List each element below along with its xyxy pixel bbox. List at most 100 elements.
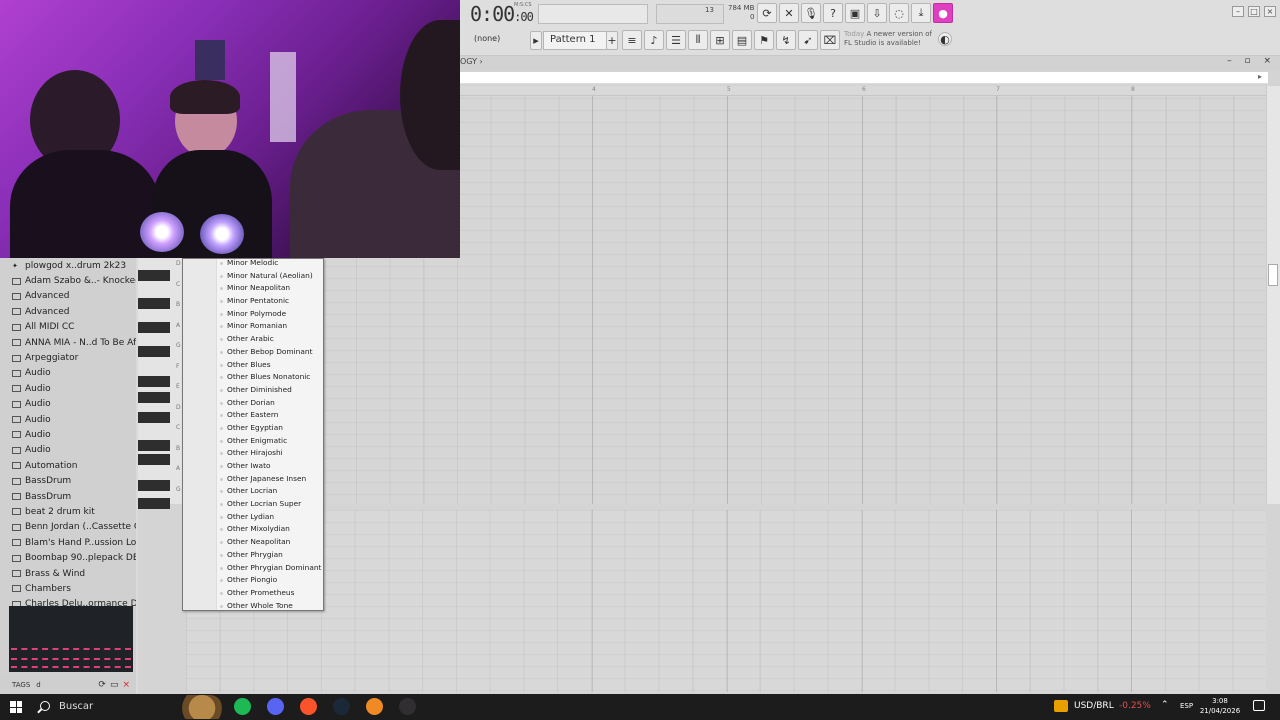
refresh-icon[interactable]: ⟳: [98, 680, 106, 690]
browser-item[interactable]: ANNA MIA - N..d To Be Afraid: [0, 335, 136, 350]
browser-item[interactable]: Benn Jordan (..Cassette Cafe: [0, 520, 136, 535]
help-button[interactable]: ?: [823, 3, 843, 23]
scale-menu-item[interactable]: Minor Neapolitan: [217, 282, 323, 295]
steam-icon[interactable]: [333, 698, 350, 715]
black-key[interactable]: [138, 480, 170, 491]
touch-keyboard-icon[interactable]: ↯: [776, 30, 796, 50]
browser-item[interactable]: Audio: [0, 443, 136, 458]
piano-keys[interactable]: D C B A G F E D C B A G: [138, 258, 182, 509]
export-icon[interactable]: ⇩: [867, 3, 887, 23]
scale-menu-item[interactable]: Other Phrygian: [217, 549, 323, 562]
scale-menu-item[interactable]: Other Hirajoshi: [217, 447, 323, 460]
browser-item[interactable]: Advanced: [0, 304, 136, 319]
scale-menu-item[interactable]: Other Neapolitan: [217, 536, 323, 549]
browser-item[interactable]: BassDrum: [0, 489, 136, 504]
browser-item[interactable]: Automation: [0, 458, 136, 473]
chat-icon[interactable]: ◌: [889, 3, 909, 23]
metronome-button[interactable]: ✕: [779, 3, 799, 23]
black-key[interactable]: [138, 412, 170, 423]
scale-menu-item[interactable]: Other Eastern: [217, 409, 323, 422]
brave-icon[interactable]: [300, 698, 317, 715]
browser-item[interactable]: Audio: [0, 412, 136, 427]
folder-icon[interactable]: ▭: [110, 680, 119, 690]
black-key[interactable]: [138, 270, 170, 281]
black-key[interactable]: [138, 498, 170, 509]
scale-menu-item[interactable]: Other Arabic: [217, 333, 323, 346]
browser-item[interactable]: Chambers: [0, 581, 136, 596]
browser-item[interactable]: Blam's Hand P..ussion Loops: [0, 535, 136, 550]
windows-start-icon[interactable]: [10, 701, 22, 713]
close-icon[interactable]: ×: [1264, 6, 1276, 17]
black-key[interactable]: [138, 440, 170, 451]
scale-menu-item[interactable]: Other Prometheus: [217, 587, 323, 600]
channel-selector[interactable]: (none): [474, 34, 500, 43]
playlist-icon[interactable]: ≡: [622, 30, 642, 50]
scale-menu-item[interactable]: Other Locrian Super: [217, 498, 323, 511]
scale-menu-item[interactable]: Other Egyptian: [217, 422, 323, 435]
tray-chevron-icon[interactable]: ⌃: [1161, 700, 1169, 710]
event-editor-grid[interactable]: [186, 510, 1266, 692]
maximize-icon[interactable]: □: [1248, 6, 1260, 17]
scale-menu-item[interactable]: Other Blues: [217, 359, 323, 372]
browser-item[interactable]: Brass & Wind: [0, 566, 136, 581]
browser-item[interactable]: beat 2 drum kit: [0, 504, 136, 519]
scrollbar-thumb[interactable]: [1268, 264, 1278, 286]
black-key[interactable]: [138, 392, 170, 403]
horizontal-scrollbar[interactable]: ▸: [460, 72, 1268, 84]
scale-menu-item[interactable]: Other Diminished: [217, 384, 323, 397]
language-indicator[interactable]: ESP: [1180, 702, 1193, 710]
mixer-icon[interactable]: ⫴: [688, 30, 708, 50]
obs-icon[interactable]: [399, 698, 416, 715]
pattern-prev-button[interactable]: ▸: [530, 31, 542, 50]
currency-pair[interactable]: USD/BRL: [1074, 701, 1114, 711]
record-button[interactable]: ●: [933, 3, 953, 23]
gear-icon[interactable]: ◐: [938, 32, 952, 46]
browser-item[interactable]: Audio: [0, 397, 136, 412]
scale-menu-item[interactable]: Minor Melodic: [217, 257, 323, 270]
taskbar-search[interactable]: Buscar: [59, 701, 93, 712]
browser-item[interactable]: Audio: [0, 366, 136, 381]
loop-record-button[interactable]: ⟳: [757, 3, 777, 23]
plugin-picker-icon[interactable]: ⚑: [754, 30, 774, 50]
scale-menu-item[interactable]: Other Iwato: [217, 460, 323, 473]
news-panel[interactable]: Today A newer version of FL Studio is av…: [844, 30, 936, 48]
black-key[interactable]: [138, 346, 170, 357]
scroll-right-arrow[interactable]: ▸: [1258, 72, 1262, 81]
search-icon[interactable]: [40, 701, 50, 711]
browser-icon[interactable]: ⊞: [710, 30, 730, 50]
piano-roll-grid[interactable]: [322, 86, 1268, 504]
black-key[interactable]: [138, 454, 170, 465]
widgets-hedgehog-icon[interactable]: [172, 695, 222, 719]
fl-studio-icon[interactable]: [366, 698, 383, 715]
browser-item[interactable]: Audio: [0, 381, 136, 396]
black-key[interactable]: [138, 322, 170, 333]
tags-input[interactable]: d: [36, 681, 40, 689]
plugin-db-icon[interactable]: ▤: [732, 30, 752, 50]
scale-menu-item[interactable]: Minor Romanian: [217, 320, 323, 333]
browser-item[interactable]: ✦ plowgod x..drum 2k23: [0, 258, 136, 273]
discord-icon[interactable]: [267, 698, 284, 715]
scale-menu-item[interactable]: Other Enigmatic: [217, 435, 323, 448]
browser-item[interactable]: Boombap 90..plepack DEMO: [0, 550, 136, 565]
channel-rack-icon[interactable]: ☰: [666, 30, 686, 50]
download-icon[interactable]: ⤓: [911, 3, 931, 23]
cart-icon[interactable]: ⌧: [820, 30, 840, 50]
scale-menu-item[interactable]: Other Japanese Insen: [217, 473, 323, 486]
scale-menu-item[interactable]: Other Bebop Dominant: [217, 346, 323, 359]
capture-icon[interactable]: ➹: [798, 30, 818, 50]
browser-item[interactable]: Advanced: [0, 289, 136, 304]
scale-menu-item[interactable]: Other Dorian: [217, 397, 323, 410]
scale-menu-item[interactable]: Minor Pentatonic: [217, 295, 323, 308]
scale-menu-item[interactable]: Other Mixolydian: [217, 523, 323, 536]
browser-item[interactable]: All MIDI CC: [0, 320, 136, 335]
minimize-icon[interactable]: –: [1232, 6, 1244, 17]
browser-item[interactable]: Audio: [0, 427, 136, 442]
close-icon[interactable]: ×: [122, 680, 130, 690]
vertical-scrollbar[interactable]: [1266, 86, 1280, 504]
scale-menu-item[interactable]: Other Phrygian Dominant: [217, 562, 323, 575]
scale-menu-item[interactable]: Other Lydian: [217, 511, 323, 524]
scale-menu-item[interactable]: Minor Natural (Aeolian): [217, 270, 323, 283]
mic-icon[interactable]: 🎙: [801, 3, 821, 23]
scale-menu-item[interactable]: Other Whole Tone: [217, 600, 323, 613]
scale-menu-item[interactable]: Other Piongio: [217, 574, 323, 587]
